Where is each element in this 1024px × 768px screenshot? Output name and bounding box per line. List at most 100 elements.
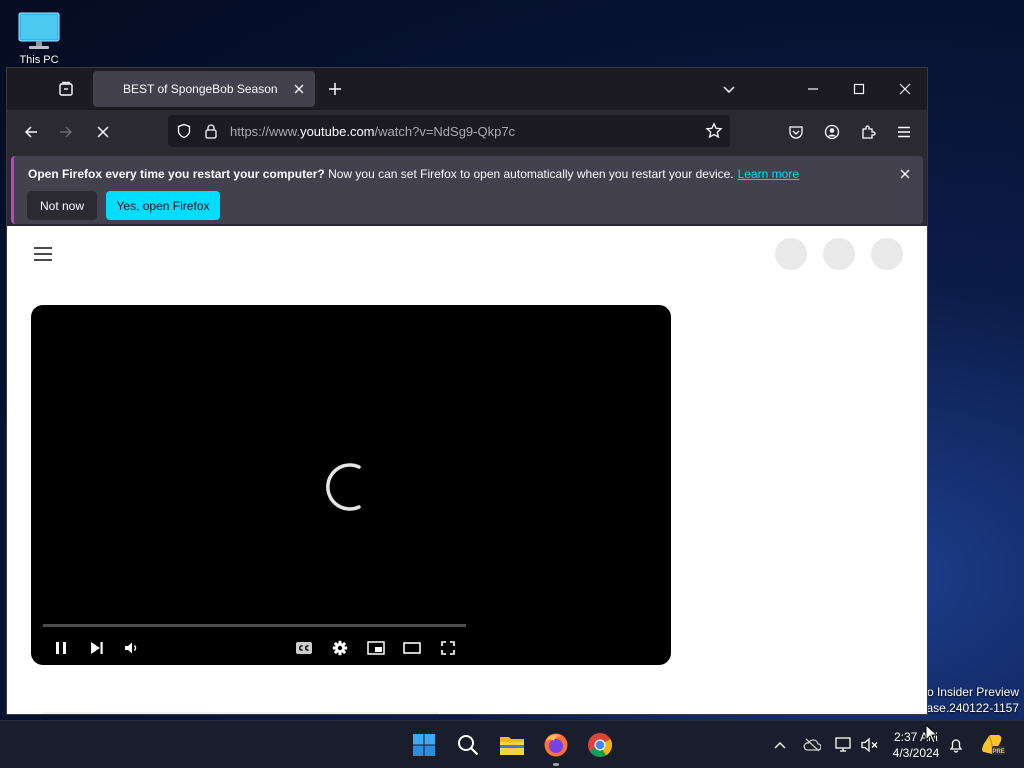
taskbar-search-button[interactable] (453, 730, 483, 760)
url-prefix: https://www. (230, 124, 301, 139)
youtube-guide-button[interactable] (31, 242, 55, 266)
volume-icon (125, 642, 137, 654)
new-tab-button[interactable] (325, 79, 345, 99)
notifications-button[interactable] (946, 735, 966, 755)
watermark-line-1: ro Insider Preview (922, 685, 1019, 699)
file-explorer-icon (500, 737, 524, 755)
url-host: youtube.com (300, 124, 375, 139)
close-icon (900, 169, 910, 179)
copilot-pre-icon: PRE (982, 735, 1005, 755)
learn-more-link[interactable]: Learn more (738, 167, 799, 181)
fullscreen-icon (441, 641, 455, 655)
tab-title: BEST of SpongeBob Season 8! | (123, 82, 279, 96)
chevron-up-icon (774, 742, 786, 749)
app-menu-button[interactable] (892, 120, 916, 144)
onedrive-icon (803, 738, 821, 752)
clock-date: 4/3/2024 (892, 746, 940, 760)
tracking-protection-shield-icon (177, 123, 191, 139)
firefox-running-indicator (553, 763, 559, 766)
close-icon (899, 83, 911, 95)
progress-bar[interactable] (43, 624, 466, 627)
extensions-button[interactable] (856, 120, 880, 144)
theater-mode-icon (403, 642, 421, 654)
account-icon (824, 124, 840, 140)
not-now-button[interactable]: Not now (27, 191, 97, 220)
mute-button[interactable] (120, 636, 144, 660)
miniplayer-button[interactable] (364, 636, 388, 660)
notification-text: Now you can set Firefox to open automati… (324, 167, 734, 181)
volume-tray[interactable] (860, 735, 880, 755)
hamburger-menu-icon (898, 126, 910, 138)
close-icon (294, 84, 304, 94)
yes-open-firefox-button[interactable]: Yes, open Firefox (106, 191, 220, 220)
account-button[interactable] (820, 120, 844, 144)
maximize-icon (853, 83, 865, 95)
address-bar[interactable]: https://www.youtube.com/watch?v=NdSg9-Qk… (168, 115, 730, 147)
stop-loading-button[interactable] (91, 120, 115, 144)
tab-youtube[interactable]: BEST of SpongeBob Season 8! | (93, 71, 315, 107)
copilot-badge-text: PRE (992, 749, 1004, 755)
desktop-icon-this-pc[interactable]: This PC (12, 8, 66, 66)
puzzle-icon (862, 125, 876, 139)
taskbar-chrome[interactable] (585, 730, 615, 760)
volume-muted-icon (861, 737, 878, 753)
firefox-view-icon (59, 81, 73, 96)
start-button[interactable] (409, 730, 439, 760)
notification-bell-icon (949, 739, 963, 753)
pause-icon (56, 642, 66, 654)
minimize-icon (808, 88, 818, 90)
pocket-icon (789, 126, 803, 139)
copilot-button[interactable]: PRE (980, 735, 1006, 755)
minimize-button[interactable] (801, 77, 825, 101)
firefox-window: BEST of SpongeBob Season 8! | (6, 67, 928, 715)
title-bar: BEST of SpongeBob Season 8! | (7, 68, 927, 110)
back-button[interactable] (19, 120, 43, 144)
notification-message: Open Firefox every time you restart your… (28, 167, 799, 181)
show-hidden-icons-button[interactable] (770, 735, 790, 755)
fullscreen-button[interactable] (436, 636, 460, 660)
network-tray[interactable] (834, 735, 854, 755)
close-window-button[interactable] (893, 77, 917, 101)
video-player[interactable] (31, 305, 671, 665)
windows-start-icon (413, 734, 435, 756)
notification-close-button[interactable] (897, 166, 913, 182)
header-placeholder-1 (775, 238, 807, 270)
next-button[interactable] (85, 636, 109, 660)
tab-close-button[interactable] (291, 81, 307, 97)
navigation-toolbar: https://www.youtube.com/watch?v=NdSg9-Qk… (7, 110, 927, 154)
theater-mode-button[interactable] (400, 636, 424, 660)
skip-next-icon (91, 642, 103, 654)
stop-x-icon (97, 126, 109, 138)
search-icon (458, 735, 479, 756)
forward-button[interactable] (54, 120, 78, 144)
maximize-button[interactable] (847, 77, 871, 101)
pocket-button[interactable] (784, 120, 808, 144)
list-all-tabs-button[interactable] (719, 79, 739, 99)
content-placeholder (43, 712, 439, 714)
gear-icon (332, 640, 348, 656)
os-watermark: ro Insider Preview ease.240122-1157 (920, 684, 1019, 716)
closed-captions-icon (296, 642, 312, 654)
youtube-page (7, 226, 927, 714)
plus-icon (329, 83, 341, 95)
settings-button[interactable] (328, 636, 352, 660)
url-path: /watch?v=NdSg9-Qkp7c (374, 124, 516, 139)
chrome-icon (588, 733, 613, 758)
notification-title: Open Firefox every time you restart your… (28, 167, 325, 181)
header-placeholder-3 (871, 238, 903, 270)
taskbar: 2:37 AM 4/3/2024 PRE (0, 720, 1024, 768)
miniplayer-icon (367, 641, 385, 655)
subtitles-button[interactable] (292, 636, 316, 660)
url-text[interactable]: https://www.youtube.com/watch?v=NdSg9-Qk… (230, 124, 515, 139)
bookmark-star-icon[interactable] (705, 122, 723, 140)
default-browser-notification: Open Firefox every time you restart your… (11, 156, 923, 224)
taskbar-firefox[interactable] (541, 730, 571, 760)
lock-icon (205, 124, 217, 139)
pause-button[interactable] (49, 636, 73, 660)
desktop-icon-label: This PC (19, 54, 59, 66)
arrow-left-icon (24, 126, 37, 138)
arrow-right-icon (60, 126, 73, 138)
firefox-view-button[interactable] (55, 78, 77, 100)
taskbar-file-explorer[interactable] (497, 730, 527, 760)
onedrive-tray[interactable] (802, 735, 822, 755)
